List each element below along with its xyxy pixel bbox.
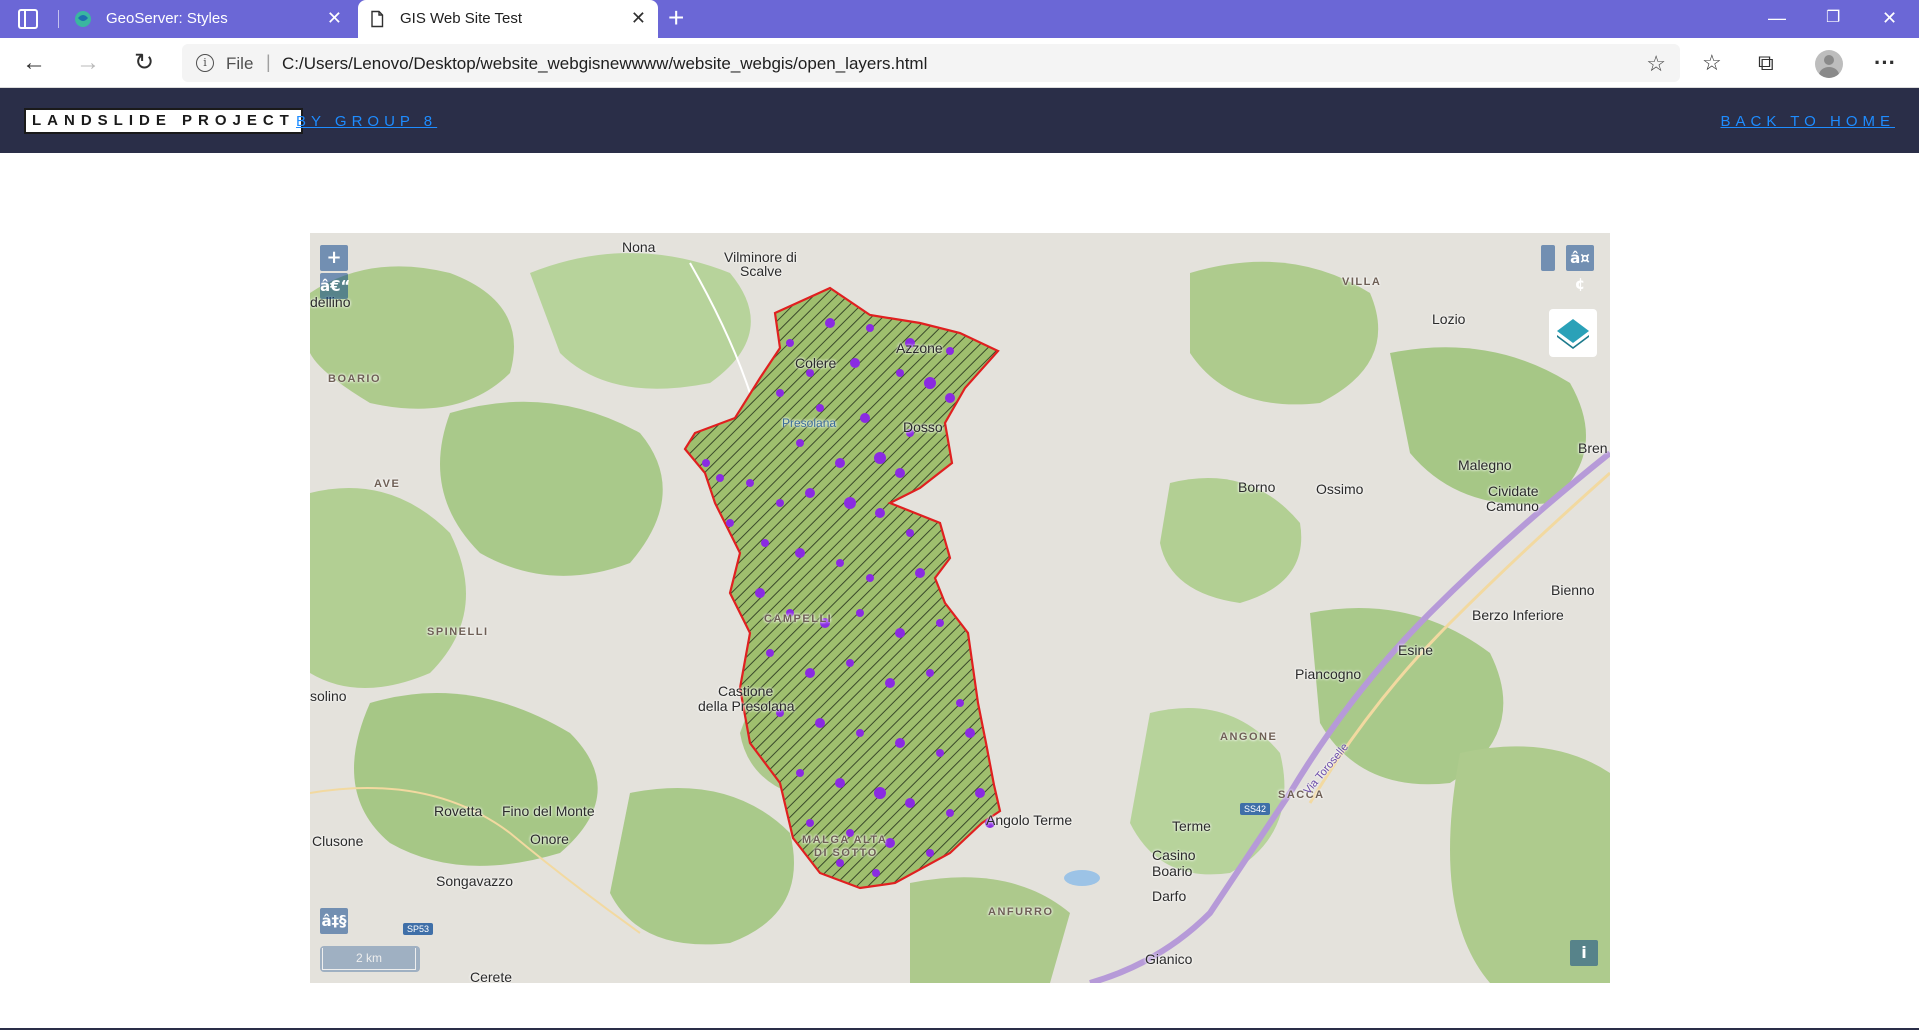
place-label: Darfo: [1152, 888, 1187, 904]
place-label: Esine: [1398, 642, 1434, 658]
place-label: Boario: [1152, 863, 1193, 879]
place-label: solino: [310, 688, 347, 704]
close-tab-icon[interactable]: ✕: [327, 8, 342, 28]
place-label: Colere: [795, 355, 837, 371]
place-label: ANFURRO: [988, 906, 1054, 918]
favorites-icon[interactable]: ☆: [1702, 49, 1722, 77]
overview-map-button[interactable]: â‡§: [320, 908, 348, 934]
rotate-button[interactable]: [1541, 245, 1555, 271]
tab-actions-icon[interactable]: [18, 9, 38, 29]
tab-title: GeoServer: Styles: [106, 10, 228, 27]
place-label: Songavazzo: [436, 873, 514, 889]
road-shield: SP53: [403, 923, 434, 935]
close-tab-icon[interactable]: ✕: [631, 8, 646, 28]
place-label: Lozio: [1432, 311, 1466, 327]
zoom-out-button[interactable]: â€“: [320, 273, 350, 299]
new-tab-icon[interactable]: +: [668, 4, 684, 32]
profile-avatar[interactable]: [1815, 50, 1843, 78]
place-label: SPINELLI: [427, 626, 489, 638]
url-divider: |: [266, 52, 271, 72]
place-label: SACCA: [1278, 789, 1325, 801]
site-navbar: LANDSLIDE PROJECT BY GROUP 8 BACK TO HOM…: [0, 88, 1919, 153]
fullscreen-button[interactable]: â¤¢: [1566, 245, 1594, 293]
restore-icon[interactable]: ❐: [1826, 6, 1840, 30]
place-label: Castione: [718, 683, 774, 699]
place-label: Rovetta: [434, 803, 483, 819]
byline-link[interactable]: BY GROUP 8: [296, 113, 437, 130]
place-label: Clusone: [312, 833, 364, 849]
info-icon[interactable]: i: [196, 54, 214, 72]
road-shield: SS42: [1240, 803, 1271, 815]
attribution-button[interactable]: i: [1570, 940, 1598, 966]
tab-gis-web-site-test[interactable]: GIS Web Site Test ✕: [358, 0, 658, 38]
place-label: AVE: [374, 478, 401, 490]
refresh-icon[interactable]: ↻: [130, 49, 158, 77]
place-label: Cerete: [470, 969, 513, 983]
add-favorite-icon[interactable]: ☆: [1646, 51, 1666, 77]
page-icon: [371, 10, 384, 28]
place-label: Terme: [1172, 818, 1211, 834]
place-label: Bienno: [1551, 582, 1595, 598]
place-label: Piancogno: [1295, 666, 1362, 682]
zoom-in-button[interactable]: +: [320, 245, 348, 271]
place-label: della Presolana: [698, 698, 795, 714]
place-label: Borno: [1238, 479, 1276, 495]
brand-logo[interactable]: LANDSLIDE PROJECT: [24, 108, 303, 134]
place-label: Malegno: [1458, 457, 1512, 473]
place-label: VILLA: [1342, 276, 1382, 288]
back-to-home-link[interactable]: BACK TO HOME: [1721, 113, 1895, 130]
close-window-icon[interactable]: ✕: [1882, 6, 1897, 30]
place-label: Fino del Monte: [502, 803, 595, 819]
place-label: Bren: [1578, 440, 1608, 456]
place-label: Nona: [622, 239, 656, 255]
place-label: ANGONE: [1220, 731, 1278, 743]
collections-icon[interactable]: ⧉: [1758, 49, 1774, 77]
place-label: Camuno: [1486, 498, 1539, 514]
layer-switcher-button[interactable]: [1549, 309, 1597, 357]
more-menu-icon[interactable]: ···: [1874, 49, 1896, 77]
scale-label: 2 km: [322, 948, 416, 970]
place-label: Azzone: [896, 340, 943, 356]
scale-bar: 2 km: [320, 946, 420, 972]
place-label: Ossimo: [1316, 481, 1364, 497]
place-label: BOARIO: [328, 373, 381, 385]
back-arrow-icon[interactable]: ←: [20, 49, 48, 77]
tab-separator: [58, 10, 59, 28]
url-input[interactable]: i File | C:/Users/Lenovo/Desktop/website…: [182, 44, 1680, 82]
url-text: C:/Users/Lenovo/Desktop/website_webgisne…: [282, 54, 928, 73]
layers-icon: [1557, 319, 1589, 349]
place-label: Dosso: [903, 419, 943, 435]
minimize-icon[interactable]: —: [1768, 6, 1786, 30]
geoserver-icon: [75, 11, 91, 27]
place-label: Presolana: [782, 416, 837, 430]
place-label: Angolo Terme: [986, 812, 1073, 828]
openlayers-map[interactable]: Nona Vilminore di Scalve VILLA Lozio del…: [310, 233, 1610, 983]
forward-arrow-icon[interactable]: →: [74, 49, 102, 77]
url-scheme-label: File: [226, 54, 254, 73]
place-label: Scalve: [740, 263, 783, 279]
place-label: Berzo Inferiore: [1472, 607, 1564, 623]
address-bar-row: ← → ↻ i File | C:/Users/Lenovo/Desktop/w…: [0, 38, 1919, 88]
place-label: Casino: [1152, 847, 1196, 863]
place-label: DI SOTTO: [814, 847, 878, 859]
tab-geoserver-styles[interactable]: GeoServer: Styles ✕: [64, 0, 354, 38]
place-label: CAMPELLI: [764, 613, 833, 625]
browser-tab-bar: GeoServer: Styles ✕ GIS Web Site Test ✕ …: [0, 0, 1919, 38]
place-label: Gianico: [1145, 951, 1193, 967]
place-label: Onore: [530, 831, 569, 847]
tab-title: GIS Web Site Test: [400, 10, 522, 27]
place-label: MALGA ALTA: [802, 834, 888, 846]
terrain-basemap: [310, 233, 1610, 983]
place-label: Cividate: [1488, 483, 1539, 499]
